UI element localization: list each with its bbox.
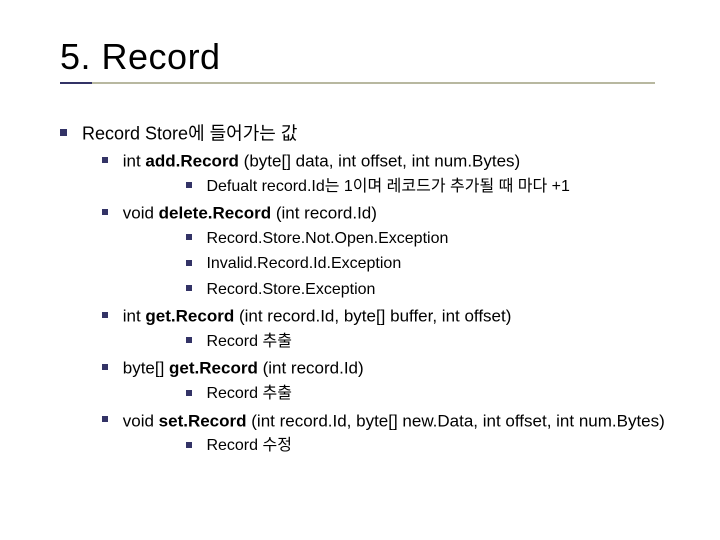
bullet-icon	[186, 234, 192, 240]
list-item: void set.Record (int record.Id, byte[] n…	[102, 408, 672, 460]
list-text: Record 수정	[206, 437, 291, 454]
slide: 5. Record Record Store에 들어가는 값 int add.R…	[0, 0, 720, 540]
sig-pre: byte[]	[123, 359, 169, 378]
sig-pre: void	[123, 204, 159, 223]
method-name: set.Record	[159, 411, 247, 430]
sig-post: (byte[] data, int offset, int num.Bytes)	[239, 152, 520, 171]
bullet-icon	[186, 442, 192, 448]
sig-pre: void	[123, 411, 159, 430]
list-text: Record.Store.Not.Open.Exception	[206, 230, 448, 247]
list-item: Record 추출	[186, 330, 672, 355]
method-name: get.Record	[169, 359, 258, 378]
list-text: Record 추출	[206, 333, 291, 350]
bullet-icon	[102, 209, 108, 215]
bullet-icon	[102, 312, 108, 318]
underline-accent	[60, 82, 92, 84]
sig-pre: int	[123, 152, 146, 171]
method-signature: int get.Record (int record.Id, byte[] bu…	[123, 307, 512, 326]
bullet-icon	[186, 390, 192, 396]
method-signature: void set.Record (int record.Id, byte[] n…	[123, 411, 665, 430]
sig-pre: int	[123, 307, 146, 326]
bullet-icon	[186, 337, 192, 343]
bullet-icon	[102, 157, 108, 163]
list-item: Record Store에 들어가는 값 int add.Record (byt…	[60, 120, 672, 460]
list-item: Record 추출	[186, 382, 672, 407]
list-item: byte[] get.Record (int record.Id) Record…	[102, 355, 672, 407]
bullet-icon	[102, 416, 108, 422]
list-text: Defualt record.Id는 1이며 레코드가 추가될 때 마다 +1	[206, 178, 569, 195]
list-item: Defualt record.Id는 1이며 레코드가 추가될 때 마다 +1	[186, 175, 672, 200]
sig-post: (int record.Id)	[258, 359, 364, 378]
method-name: get.Record	[145, 307, 234, 326]
list-text: Invalid.Record.Id.Exception	[206, 255, 401, 272]
list-item: Invalid.Record.Id.Exception	[186, 252, 672, 277]
method-signature: void delete.Record (int record.Id)	[123, 204, 377, 223]
method-signature: byte[] get.Record (int record.Id)	[123, 359, 364, 378]
bullet-icon	[186, 182, 192, 188]
list-text: Record.Store.Exception	[206, 281, 375, 298]
bullet-icon	[102, 364, 108, 370]
list-item: int add.Record (byte[] data, int offset,…	[102, 148, 672, 200]
method-name: add.Record	[145, 152, 239, 171]
list-item: Record.Store.Not.Open.Exception	[186, 227, 672, 252]
underline-rest	[92, 82, 655, 84]
list-text: Record 추출	[206, 385, 291, 402]
sig-post: (int record.Id)	[271, 204, 377, 223]
sig-post: (int record.Id, byte[] new.Data, int off…	[247, 411, 665, 430]
list-item: Record 수정	[186, 434, 672, 459]
bullet-icon	[186, 285, 192, 291]
method-name: delete.Record	[159, 204, 271, 223]
list-item: void delete.Record (int record.Id) Recor…	[102, 200, 672, 303]
title-underline	[60, 82, 655, 84]
list-text: Record Store에 들어가는 값	[82, 123, 297, 143]
list-item: int get.Record (int record.Id, byte[] bu…	[102, 303, 672, 355]
content-list: Record Store에 들어가는 값 int add.Record (byt…	[60, 120, 672, 460]
method-signature: int add.Record (byte[] data, int offset,…	[123, 152, 520, 171]
bullet-icon	[60, 129, 67, 136]
bullet-icon	[186, 260, 192, 266]
page-title: 5. Record	[60, 36, 672, 78]
list-item: Record.Store.Exception	[186, 278, 672, 303]
sig-post: (int record.Id, byte[] buffer, int offse…	[234, 307, 511, 326]
